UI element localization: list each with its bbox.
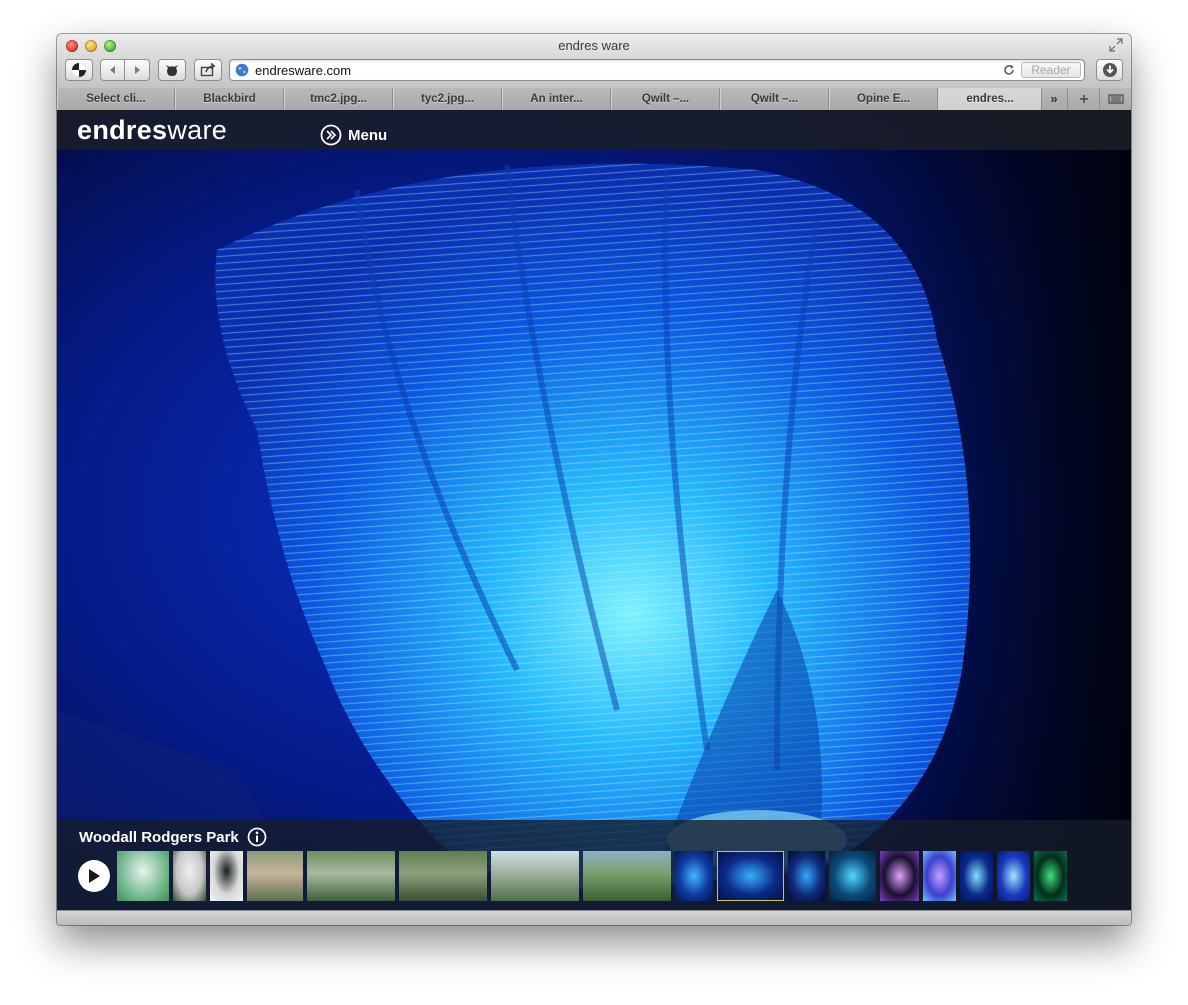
web-page: endresware Menu Woodall Rodgers Park [57,110,1131,910]
hero-image [57,110,1131,910]
tab[interactable]: An inter... [502,88,611,110]
gallery-thumbnail[interactable] [717,851,784,901]
bookmarks-icon [72,63,86,77]
site-logo[interactable]: endresware [77,115,227,146]
download-icon [1102,63,1117,77]
gallery-thumbnail[interactable] [173,851,206,901]
gallery-thumbnail[interactable] [210,851,243,901]
forward-button[interactable] [125,59,150,81]
plus-icon [1079,95,1088,103]
menu-button[interactable]: Menu [320,123,387,147]
gallery-thumbnail[interactable] [491,851,579,901]
gallery-thumbnail[interactable] [997,851,1030,901]
gallery-thumbnail[interactable] [247,851,303,901]
menu-label: Menu [348,126,388,144]
tab[interactable]: Select cli... [57,88,175,110]
reader-button[interactable]: Reader [1021,62,1081,78]
gallery-thumbnail[interactable] [829,851,876,901]
new-tab-button[interactable] [1067,88,1099,110]
forward-arrow-icon [135,66,140,74]
tab[interactable]: Qwilt –... [720,88,829,110]
gallery-thumbnail[interactable] [788,851,825,901]
gallery-thumbnail[interactable] [583,851,671,901]
site-header: endresware Menu [57,110,1131,150]
tab-overflow-button[interactable]: » [1042,88,1066,110]
tab[interactable]: tmc2.jpg... [284,88,393,110]
status-bar [57,910,1131,925]
downloads-button[interactable] [1096,59,1123,81]
share-button[interactable] [194,59,222,81]
gallery-thumbnail[interactable] [1034,851,1067,901]
double-chevron-icon [320,124,342,146]
back-arrow-icon [109,66,115,74]
extension-button[interactable] [158,59,186,81]
address-bar[interactable]: endresware.com Reader [229,59,1085,81]
window-title: endres ware [558,38,630,53]
tab[interactable]: Blackbird [175,88,284,110]
browser-window: endres ware endresware.com Reader Select… [57,34,1131,925]
url-text: endresware.com [255,63,352,78]
gallery-thumbnail[interactable] [923,851,956,901]
gallery-bar: Woodall Rodgers Park [57,820,1131,910]
gallery-thumbnail[interactable] [117,851,169,901]
title-toolbar: endres ware endresware.com Reader [57,34,1131,89]
tab[interactable]: tyc2.jpg... [393,88,502,110]
gallery-caption: Woodall Rodgers Park [79,827,267,847]
gallery-thumbnail[interactable] [675,851,713,901]
globe-icon [235,63,249,77]
info-icon[interactable] [247,827,267,847]
tab-strip: Select cli... Blackbird tmc2.jpg... tyc2… [57,88,1131,111]
gallery-thumbnail[interactable] [960,851,993,901]
back-button[interactable] [100,59,125,81]
tab-grid-icon [1107,94,1124,104]
gallery-thumbnail[interactable] [880,851,919,901]
gallery-thumbnail[interactable] [307,851,395,901]
play-slideshow-button[interactable] [78,860,110,892]
project-title: Woodall Rodgers Park [79,828,239,846]
tab[interactable]: Qwilt –... [611,88,720,110]
octocat-icon [166,65,178,76]
gallery-thumbnail[interactable] [399,851,487,901]
tab-overview-button[interactable] [1099,88,1131,110]
fullscreen-icon[interactable] [1109,38,1123,52]
sidebar-button[interactable] [65,59,93,81]
back-forward-group [100,59,150,81]
tab[interactable]: Opine E... [829,88,938,110]
share-icon [200,63,216,77]
tab-active[interactable]: endres... [938,88,1042,110]
reload-icon[interactable] [1002,63,1016,77]
play-icon [89,869,100,883]
